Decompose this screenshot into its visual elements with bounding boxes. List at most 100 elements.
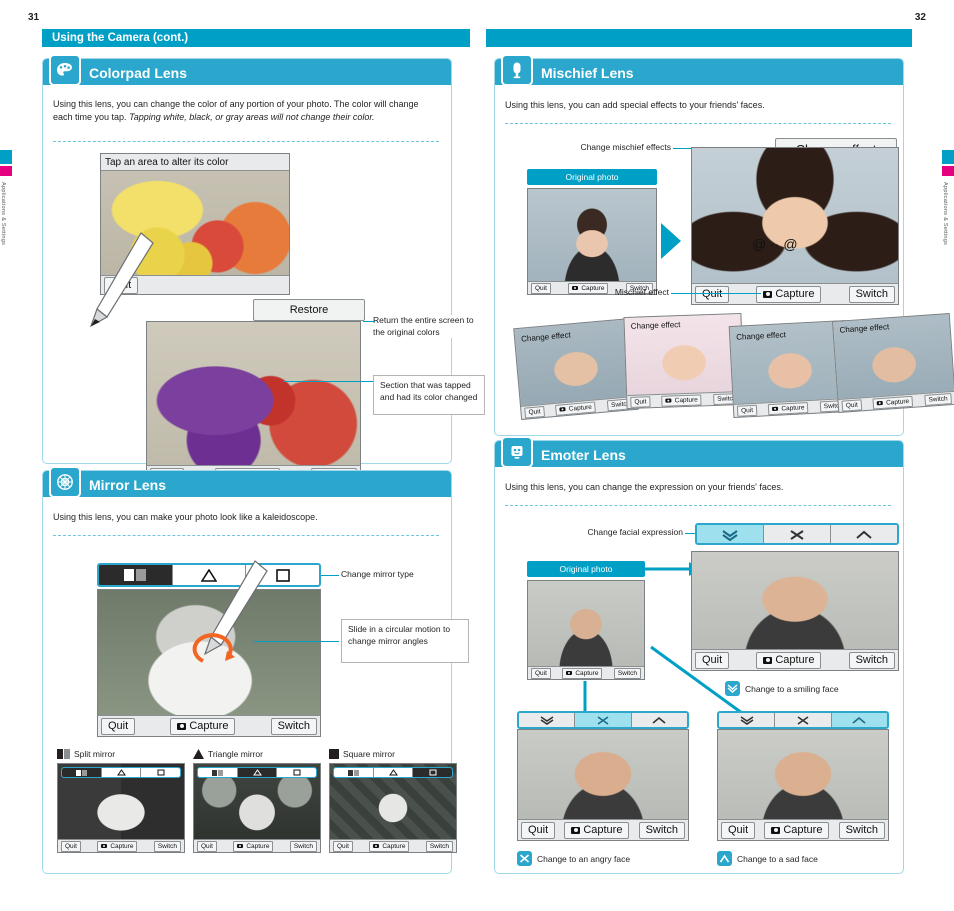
thumb-label: Triangle mirror bbox=[208, 749, 263, 759]
quit-button[interactable]: Quit bbox=[736, 404, 758, 417]
mirror-type-split[interactable] bbox=[99, 565, 173, 585]
stylus-illustration bbox=[89, 232, 154, 328]
divider bbox=[505, 123, 891, 124]
portrait-photo-large bbox=[692, 148, 898, 304]
switch-button[interactable]: Switch bbox=[270, 717, 317, 735]
capture-button[interactable]: Capture bbox=[233, 840, 274, 852]
expression-sad[interactable] bbox=[831, 713, 887, 727]
capture-button[interactable]: Capture bbox=[768, 401, 809, 415]
mirror-type-split[interactable] bbox=[62, 768, 102, 777]
quit-button[interactable]: Quit bbox=[695, 651, 730, 669]
quit-button[interactable]: Quit bbox=[531, 282, 551, 294]
expression-smile[interactable] bbox=[719, 713, 776, 727]
mirror-type-square[interactable] bbox=[413, 768, 452, 777]
mirror-type-split[interactable] bbox=[198, 768, 238, 777]
angry-face-icon bbox=[517, 851, 532, 866]
quit-button[interactable]: Quit bbox=[841, 398, 863, 412]
softkey-bar: Quit Capture Switch bbox=[528, 666, 644, 679]
mirror-type-selector-thumb[interactable] bbox=[197, 767, 317, 778]
caption-text: Change to a smiling face bbox=[745, 683, 839, 694]
leader-line bbox=[685, 533, 695, 534]
expression-selector[interactable] bbox=[695, 523, 899, 545]
softkey-bar: Quit Capture Switch bbox=[718, 819, 888, 840]
quit-button[interactable]: Quit bbox=[524, 405, 545, 419]
emoter-intro: Using this lens, you can change the expr… bbox=[505, 482, 784, 492]
capture-button[interactable]: Capture bbox=[872, 395, 914, 410]
mischief-thumbnails: Change effect Quit Capture Switch Change… bbox=[513, 309, 954, 421]
softkey-bar: Quit Capture Switch bbox=[627, 390, 744, 408]
side-tab-bar-cyan bbox=[0, 150, 12, 164]
mirror-type-selector-thumb[interactable] bbox=[333, 767, 453, 778]
expression-selector-sad[interactable] bbox=[717, 711, 889, 729]
switch-button[interactable]: Switch bbox=[289, 840, 317, 852]
section-title: Mischief Lens bbox=[541, 65, 634, 81]
section-header: Emoter Lens bbox=[495, 441, 903, 467]
quit-button[interactable]: Quit bbox=[695, 285, 730, 303]
side-tab-bar-magenta bbox=[0, 166, 12, 176]
thumb-caption-split: Split mirror bbox=[57, 749, 115, 759]
quit-button[interactable]: Quit bbox=[630, 395, 651, 408]
expression-sad[interactable] bbox=[831, 525, 897, 543]
stylus-illustration bbox=[192, 560, 268, 663]
capture-label: Capture bbox=[783, 823, 823, 836]
quit-button[interactable]: Quit bbox=[101, 717, 136, 735]
quit-button[interactable]: Quit bbox=[197, 840, 217, 852]
mirror-type-square[interactable] bbox=[141, 768, 180, 777]
switch-button[interactable]: Switch bbox=[638, 821, 685, 839]
switch-button[interactable]: Switch bbox=[613, 667, 641, 679]
callout-mirror-type: Change mirror type bbox=[341, 569, 414, 579]
capture-button[interactable]: Capture bbox=[661, 393, 702, 407]
expression-angry[interactable] bbox=[764, 525, 831, 543]
mirror-type-split[interactable] bbox=[334, 768, 374, 777]
emoter-original-screen: Quit Capture Switch bbox=[527, 580, 645, 680]
mirror-intro: Using this lens, you can make your photo… bbox=[53, 512, 318, 522]
expression-selector-angry[interactable] bbox=[517, 711, 689, 729]
capture-button[interactable]: Capture bbox=[764, 821, 830, 839]
quit-button[interactable]: Quit bbox=[61, 840, 81, 852]
capture-button[interactable]: Capture bbox=[170, 717, 236, 735]
capture-button[interactable]: Capture bbox=[97, 840, 138, 852]
smile-face-icon bbox=[725, 681, 740, 696]
expression-angry[interactable] bbox=[775, 713, 832, 727]
quit-button[interactable]: Quit bbox=[531, 667, 551, 679]
mirror-type-square[interactable] bbox=[277, 768, 316, 777]
capture-button[interactable]: Capture bbox=[562, 667, 603, 679]
capture-button[interactable]: Capture bbox=[555, 400, 597, 416]
expression-smile[interactable] bbox=[519, 713, 576, 727]
mirror-type-triangle[interactable] bbox=[237, 768, 278, 777]
capture-button[interactable]: Capture bbox=[756, 651, 822, 669]
callout-change-expression: Change facial expression bbox=[587, 527, 683, 537]
camera-icon bbox=[763, 290, 773, 298]
camera-icon bbox=[237, 843, 244, 849]
capture-button[interactable]: Capture bbox=[756, 285, 822, 303]
switch-button[interactable]: Switch bbox=[924, 392, 952, 406]
thumb-label: Square mirror bbox=[343, 749, 395, 759]
svg-text:@ ·· @: @ ·· @ bbox=[752, 236, 798, 252]
expression-smile[interactable] bbox=[697, 525, 764, 543]
colorpad-intro: Using this lens, you can change the colo… bbox=[53, 98, 439, 124]
switch-button[interactable]: Switch bbox=[425, 840, 453, 852]
capture-label: Capture bbox=[885, 397, 910, 407]
expression-sad[interactable] bbox=[631, 713, 687, 727]
switch-button[interactable]: Switch bbox=[848, 285, 895, 303]
change-effect-label: Change effect bbox=[630, 320, 681, 331]
mirror-thumb-split: Quit Capture Switch bbox=[57, 763, 185, 853]
switch-button[interactable]: Switch bbox=[153, 840, 181, 852]
mirror-type-triangle[interactable] bbox=[374, 768, 414, 777]
callout-restore: Return the entire screen to the original… bbox=[373, 315, 485, 338]
capture-button[interactable]: Capture bbox=[369, 840, 410, 852]
section-mirror-lens: Mirror Lens Using this lens, you can mak… bbox=[42, 466, 469, 874]
mirror-type-selector-thumb[interactable] bbox=[61, 767, 181, 778]
capture-label: Capture bbox=[781, 403, 805, 413]
quit-button[interactable]: Quit bbox=[333, 840, 353, 852]
switch-button[interactable]: Switch bbox=[848, 651, 895, 669]
quit-button[interactable]: Quit bbox=[721, 821, 756, 839]
restore-button[interactable]: Restore bbox=[253, 299, 365, 321]
expression-angry[interactable] bbox=[575, 713, 632, 727]
divider bbox=[53, 141, 439, 142]
switch-button[interactable]: Switch bbox=[838, 821, 885, 839]
mirror-type-triangle[interactable] bbox=[102, 768, 142, 777]
quit-button[interactable]: Quit bbox=[521, 821, 556, 839]
camera-icon bbox=[559, 406, 566, 412]
capture-button[interactable]: Capture bbox=[564, 821, 630, 839]
